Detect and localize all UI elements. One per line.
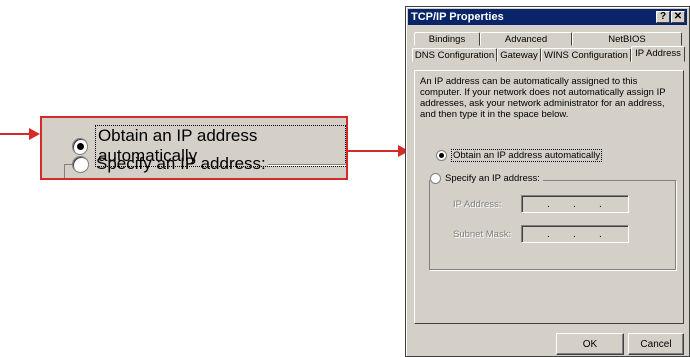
description-text: An IP address can be automatically assig… bbox=[420, 76, 666, 120]
tcpip-properties-dialog: TCP/IP Properties ? ✕ Bindings Advanced … bbox=[405, 6, 690, 357]
subnet-mask-field[interactable]: ... bbox=[521, 225, 629, 243]
zoom-obtain-radio[interactable] bbox=[72, 137, 88, 155]
help-button[interactable]: ? bbox=[656, 11, 670, 23]
obtain-ip-radio[interactable] bbox=[436, 150, 447, 161]
right-arrow-line bbox=[348, 150, 400, 152]
zoom-specify-radio[interactable] bbox=[72, 155, 89, 173]
specify-ip-label: Specify an IP address: bbox=[445, 173, 540, 184]
tab-wins-configuration[interactable]: WINS Configuration bbox=[541, 48, 631, 62]
tabs-back-row: Bindings Advanced NetBIOS bbox=[414, 32, 682, 46]
zoom-specify-label: Specify an IP address: bbox=[96, 154, 266, 173]
tabs-front-row: DNS Configuration Gateway WINS Configura… bbox=[412, 46, 685, 62]
tab-netbios[interactable]: NetBIOS bbox=[572, 32, 682, 46]
tab-ip-address[interactable]: IP Address bbox=[631, 46, 685, 62]
ok-button[interactable]: OK bbox=[556, 333, 624, 355]
tab-bindings[interactable]: Bindings bbox=[414, 32, 480, 46]
ip-address-label: IP Address: bbox=[453, 199, 502, 210]
zoom-groupbox-line bbox=[268, 164, 346, 166]
obtain-ip-label: Obtain an IP address automatically bbox=[451, 149, 603, 162]
tab-gateway[interactable]: Gateway bbox=[497, 48, 541, 62]
zoom-specify-option[interactable]: Specify an IP address: bbox=[72, 154, 266, 174]
title-bar: TCP/IP Properties ? ✕ bbox=[408, 9, 687, 25]
subnet-mask-label: Subnet Mask: bbox=[453, 229, 512, 240]
left-arrow-head bbox=[29, 128, 40, 140]
specify-ip-option[interactable]: Specify an IP address: bbox=[430, 173, 543, 184]
zoom-callout: Obtain an IP address automatically Speci… bbox=[40, 116, 348, 180]
close-button[interactable]: ✕ bbox=[671, 11, 685, 23]
tab-advanced[interactable]: Advanced bbox=[480, 32, 572, 46]
cancel-button[interactable]: Cancel bbox=[628, 333, 684, 355]
specify-ip-radio[interactable] bbox=[430, 173, 441, 184]
dialog-title: TCP/IP Properties bbox=[411, 11, 504, 23]
obtain-ip-option[interactable]: Obtain an IP address automatically bbox=[436, 149, 603, 162]
left-arrow-line bbox=[0, 133, 30, 135]
tab-dns-configuration[interactable]: DNS Configuration bbox=[412, 48, 497, 62]
ip-address-field[interactable]: ... bbox=[521, 195, 629, 213]
